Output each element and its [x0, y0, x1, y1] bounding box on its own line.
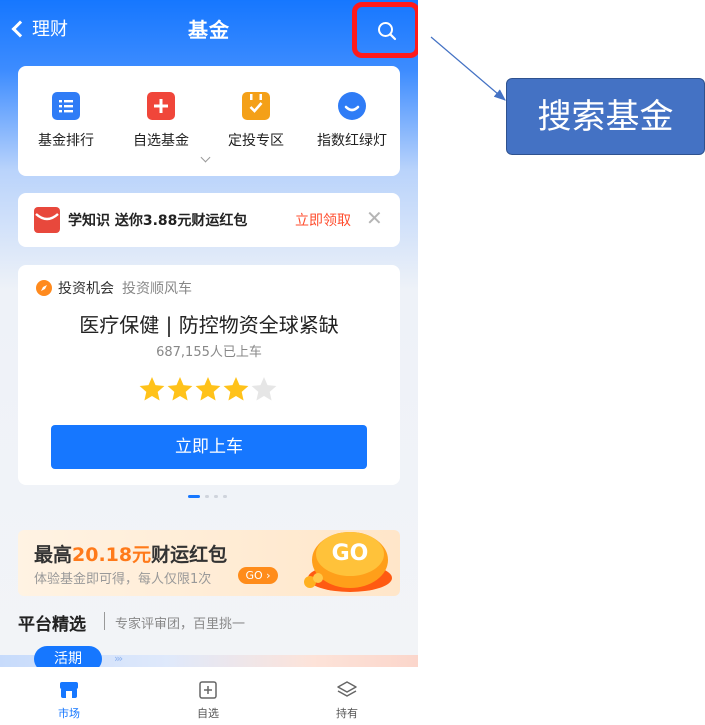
- double-chevron-right-icon: ›››: [114, 652, 123, 665]
- banner-title-suffix: 财运红包: [151, 544, 228, 566]
- chat-smile-icon: [338, 92, 366, 120]
- nav-label: 自选: [197, 707, 219, 720]
- get-on-board-button[interactable]: 立即上车: [51, 425, 367, 469]
- card-title: 医疗保健 | 防控物资全球紧缺: [79, 313, 339, 337]
- star-filled-icon: [139, 377, 165, 401]
- nav-item-watchlist[interactable]: 自选: [168, 679, 248, 721]
- layers-icon: [336, 679, 358, 701]
- card-tag: 投资机会: [58, 281, 114, 297]
- menu-item-fund-ranking[interactable]: 基金排行: [18, 92, 114, 150]
- menu-label: 基金排行: [38, 133, 94, 149]
- menu-item-my-funds[interactable]: 自选基金: [113, 92, 209, 150]
- close-icon[interactable]: ✕: [366, 208, 383, 228]
- phone-screen: 理财 基金 基金排行 自选基金 定投专区 指数红绿灯 学知识 送你3.88元财运…: [0, 0, 418, 725]
- menu-label: 指数红绿灯: [317, 133, 387, 149]
- star-filled-icon: [223, 377, 249, 401]
- menu-label: 自选基金: [133, 133, 189, 149]
- compass-icon: [36, 280, 52, 296]
- go-button-graphic: GO: [304, 532, 392, 592]
- carousel-dot: [223, 495, 227, 498]
- menu-item-index-traffic-light[interactable]: 指数红绿灯: [304, 92, 400, 150]
- section-divider: [104, 612, 105, 630]
- search-icon: [378, 22, 397, 41]
- star-filled-icon: [167, 377, 193, 401]
- go-graphic-text: GO: [332, 541, 369, 566]
- banner-title-prefix: 最高: [34, 544, 73, 566]
- list-icon: [52, 92, 80, 120]
- store-icon: [58, 679, 80, 701]
- card-tag-sub: 投资顺风车: [122, 281, 192, 297]
- banner-amount: 20.18元: [72, 544, 152, 566]
- menu-label: 定投专区: [228, 133, 284, 149]
- quick-menu-card: 基金排行 自选基金 定投专区 指数红绿灯: [18, 66, 400, 176]
- menu-item-auto-invest[interactable]: 定投专区: [208, 92, 304, 150]
- carousel-dot: [214, 495, 218, 498]
- nav-label: 市场: [58, 707, 80, 720]
- promo-bar: 学知识 送你3.88元财运红包 立即领取 ✕: [18, 193, 400, 247]
- carousel-dot: [205, 495, 209, 498]
- red-envelope-icon: [34, 207, 60, 233]
- plus-icon: [147, 92, 175, 120]
- nav-item-holdings[interactable]: 持有: [307, 679, 387, 721]
- add-square-icon: [197, 679, 219, 701]
- banner-title: 最高20.18元财运红包: [34, 540, 227, 567]
- nav-label: 持有: [336, 707, 358, 720]
- calendar-check-icon: [242, 92, 270, 120]
- go-pill[interactable]: GO ›: [238, 567, 278, 584]
- banner-subtitle: 体验基金即可得，每人仅限1次: [34, 572, 212, 587]
- app-header: 理财 基金: [0, 0, 418, 60]
- star-filled-icon: [195, 377, 221, 401]
- search-button[interactable]: [352, 2, 418, 58]
- nav-item-market[interactable]: 市场: [29, 679, 109, 721]
- section-title: 平台精选: [18, 615, 86, 635]
- promo-text: 学知识 送你3.88元财运红包: [68, 213, 248, 229]
- claim-link[interactable]: 立即领取: [295, 210, 351, 230]
- red-packet-banner[interactable]: 最高20.18元财运红包 体验基金即可得，每人仅限1次 GO › GO: [18, 530, 400, 596]
- bottom-nav: 市场 自选 持有: [0, 667, 418, 725]
- investment-opportunity-card: 投资机会 投资顺风车 医疗保健 | 防控物资全球紧缺 687,155人已上车 立…: [18, 265, 400, 485]
- rating-stars: [139, 377, 277, 401]
- participant-count: 687,155人已上车: [156, 345, 262, 360]
- annotation-callout: 搜索基金: [506, 78, 705, 155]
- carousel-dot-active: [188, 495, 200, 498]
- star-empty-icon: [251, 377, 277, 401]
- section-subtitle: 专家评审团，百里挑一: [115, 617, 246, 632]
